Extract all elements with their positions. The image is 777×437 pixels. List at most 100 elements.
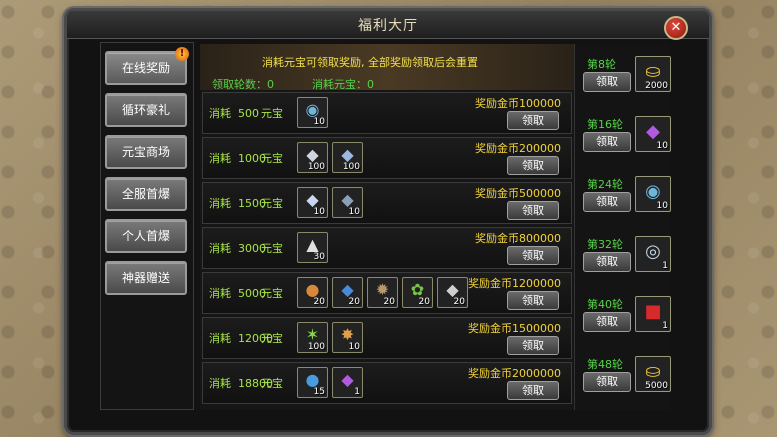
round-reward: 第40轮 领取 ■ 1 <box>581 294 671 350</box>
cost-label: 消耗 1000 <box>209 152 266 165</box>
reward-item[interactable]: ◆ 10 <box>332 187 363 218</box>
reward-item[interactable]: ◆ 100 <box>297 142 328 173</box>
round-claim-button[interactable]: 领取 <box>583 372 631 392</box>
reward-item[interactable]: ◆ 100 <box>332 142 363 173</box>
item-quantity: 20 <box>348 297 360 307</box>
round-reward-item[interactable]: ⛀ 2000 <box>635 56 671 92</box>
item-quantity: 1 <box>662 261 668 271</box>
item-quantity: 10 <box>656 141 668 151</box>
sidebar-item-cycle-gift[interactable]: 循环豪礼 <box>105 93 187 127</box>
window-title: 福利大厅 <box>358 17 418 34</box>
item-list: ✶ 100 ✸ 10 <box>297 322 363 353</box>
jade-bead-icon: ◉ <box>645 181 661 202</box>
unit-label: 元宝 <box>261 377 283 390</box>
claim-button[interactable]: 领取 <box>507 201 559 220</box>
reward-row: 消耗 12000 元宝 ✶ 100 ✸ 10 奖励金币1500000 领取 <box>202 317 572 359</box>
reward-gold-label: 奖励金币200000 <box>475 142 561 155</box>
sidebar-item-online-reward[interactable]: 在线奖励 ! <box>105 47 189 85</box>
round-reward-item[interactable]: ◆ 10 <box>635 116 671 152</box>
item-quantity: 20 <box>453 297 465 307</box>
round-label: 第8轮 <box>587 58 616 71</box>
reward-item[interactable]: ✶ 100 <box>297 322 328 353</box>
item-quantity: 10 <box>313 207 325 217</box>
round-reward: 第48轮 领取 ⛀ 5000 <box>581 354 671 410</box>
sidebar-item-personal-first-drop[interactable]: 个人首爆 <box>105 219 187 253</box>
reward-row: 消耗 3000 元宝 ▲ 30 奖励金币800000 领取 <box>202 227 572 269</box>
round-claim-button[interactable]: 领取 <box>583 192 631 212</box>
claim-button[interactable]: 领取 <box>507 336 559 355</box>
close-button[interactable]: ✕ <box>664 16 688 40</box>
item-list: ● 20 ◆ 20 ✹ 20 ✿ 20 ◆ 20 <box>297 277 468 308</box>
reward-gold-label: 奖励金币2000000 <box>468 367 561 380</box>
claim-button[interactable]: 领取 <box>507 381 559 400</box>
unit-label: 元宝 <box>261 242 283 255</box>
reward-item[interactable]: ✹ 20 <box>367 277 398 308</box>
gold-ingot-icon: ⛀ <box>645 61 661 82</box>
reward-gold-label: 奖励金币1200000 <box>468 277 561 290</box>
reward-list-panel: 消耗元宝可领取奖励, 全部奖励领取后会重置 领取轮数：0 消耗元宝：0 消耗 5… <box>200 44 574 410</box>
claim-button[interactable]: 领取 <box>507 156 559 175</box>
reward-item[interactable]: ◆ 20 <box>332 277 363 308</box>
reward-item[interactable]: ◆ 20 <box>437 277 468 308</box>
item-list: ● 15 ◆ 1 <box>297 367 363 398</box>
reward-gold-label: 奖励金币100000 <box>475 97 561 110</box>
round-label: 第48轮 <box>587 358 623 371</box>
sidebar-item-artifact-gift[interactable]: 神器赠送 <box>105 261 187 295</box>
item-quantity: 10 <box>656 201 668 211</box>
reward-gold-label: 奖励金币800000 <box>475 232 561 245</box>
reward-item[interactable]: ▲ 30 <box>297 232 328 263</box>
claim-button[interactable]: 领取 <box>507 291 559 310</box>
reward-item[interactable]: ◉ 10 <box>297 97 328 128</box>
round-claim-button[interactable]: 领取 <box>583 132 631 152</box>
claim-button[interactable]: 领取 <box>507 111 559 130</box>
cost-label: 消耗 1500 <box>209 197 266 210</box>
reward-row: 消耗 1500 元宝 ◆ 10 ◆ 10 奖励金币500000 领取 <box>202 182 572 224</box>
unit-label: 元宝 <box>261 332 283 345</box>
round-claim-button[interactable]: 领取 <box>583 312 631 332</box>
item-quantity: 30 <box>313 252 325 262</box>
claim-button[interactable]: 领取 <box>507 246 559 265</box>
sidebar: 在线奖励 ! 循环豪礼 元宝商场 全服首爆 个人首爆 神器赠送 <box>100 42 194 410</box>
reward-item[interactable]: ● 20 <box>297 277 328 308</box>
reset-notice: 消耗元宝可领取奖励, 全部奖励领取后会重置 <box>262 56 478 69</box>
item-quantity: 10 <box>348 207 360 217</box>
round-claim-button[interactable]: 领取 <box>583 72 631 92</box>
sidebar-item-label: 全服首爆 <box>121 187 170 201</box>
sidebar-item-label: 循环豪礼 <box>121 103 170 117</box>
unit-label: 元宝 <box>261 197 283 210</box>
item-quantity: 2000 <box>645 81 668 91</box>
item-quantity: 100 <box>307 162 325 172</box>
round-reward: 第16轮 领取 ◆ 10 <box>581 114 671 170</box>
gold-ingot-icon: ⛀ <box>645 361 661 382</box>
round-claim-button[interactable]: 领取 <box>583 252 631 272</box>
reward-item[interactable]: ✸ 10 <box>332 322 363 353</box>
unit-label: 元宝 <box>261 287 283 300</box>
reward-item[interactable]: ◆ 1 <box>332 367 363 398</box>
round-reward-item[interactable]: ◉ 10 <box>635 176 671 212</box>
round-rewards-panel: 第8轮 领取 ⛀ 2000 第16轮 领取 ◆ 10 第24轮 领取 ◉ 10 第32轮 领取 ◎ 1 第40轮… <box>574 44 671 410</box>
reward-row: 消耗 18800 元宝 ● 15 ◆ 1 奖励金币2000000 领取 <box>202 362 572 404</box>
sidebar-item-ingot-shop[interactable]: 元宝商场 <box>105 135 187 169</box>
round-label: 第40轮 <box>587 298 623 311</box>
reward-item[interactable]: ● 15 <box>297 367 328 398</box>
item-quantity: 5000 <box>645 381 668 391</box>
round-reward-item[interactable]: ⛀ 5000 <box>635 356 671 392</box>
item-quantity: 10 <box>313 117 325 127</box>
item-quantity: 20 <box>418 297 430 307</box>
item-list: ◆ 100 ◆ 100 <box>297 142 363 173</box>
sidebar-item-label: 个人首爆 <box>121 229 170 243</box>
claimed-rounds: 领取轮数：0 <box>212 78 274 91</box>
purple-gem-icon: ◆ <box>646 121 660 142</box>
cost-label: 消耗 5000 <box>209 287 266 300</box>
reward-item[interactable]: ◆ 10 <box>297 187 328 218</box>
item-list: ◉ 10 <box>297 97 328 128</box>
round-reward-item[interactable]: ■ 1 <box>635 296 671 332</box>
item-list: ◆ 10 ◆ 10 <box>297 187 363 218</box>
reward-item[interactable]: ✿ 20 <box>402 277 433 308</box>
reward-gold-label: 奖励金币500000 <box>475 187 561 200</box>
sidebar-item-server-first-drop[interactable]: 全服首爆 <box>105 177 187 211</box>
round-reward-item[interactable]: ◎ 1 <box>635 236 671 272</box>
ingots-spent: 消耗元宝：0 <box>312 78 374 91</box>
title-bar: 福利大厅 <box>67 11 709 39</box>
reward-row: 消耗 5000 元宝 ● 20 ◆ 20 ✹ 20 ✿ 20 ◆ 20 奖励金币1200000 领取 <box>202 272 572 314</box>
